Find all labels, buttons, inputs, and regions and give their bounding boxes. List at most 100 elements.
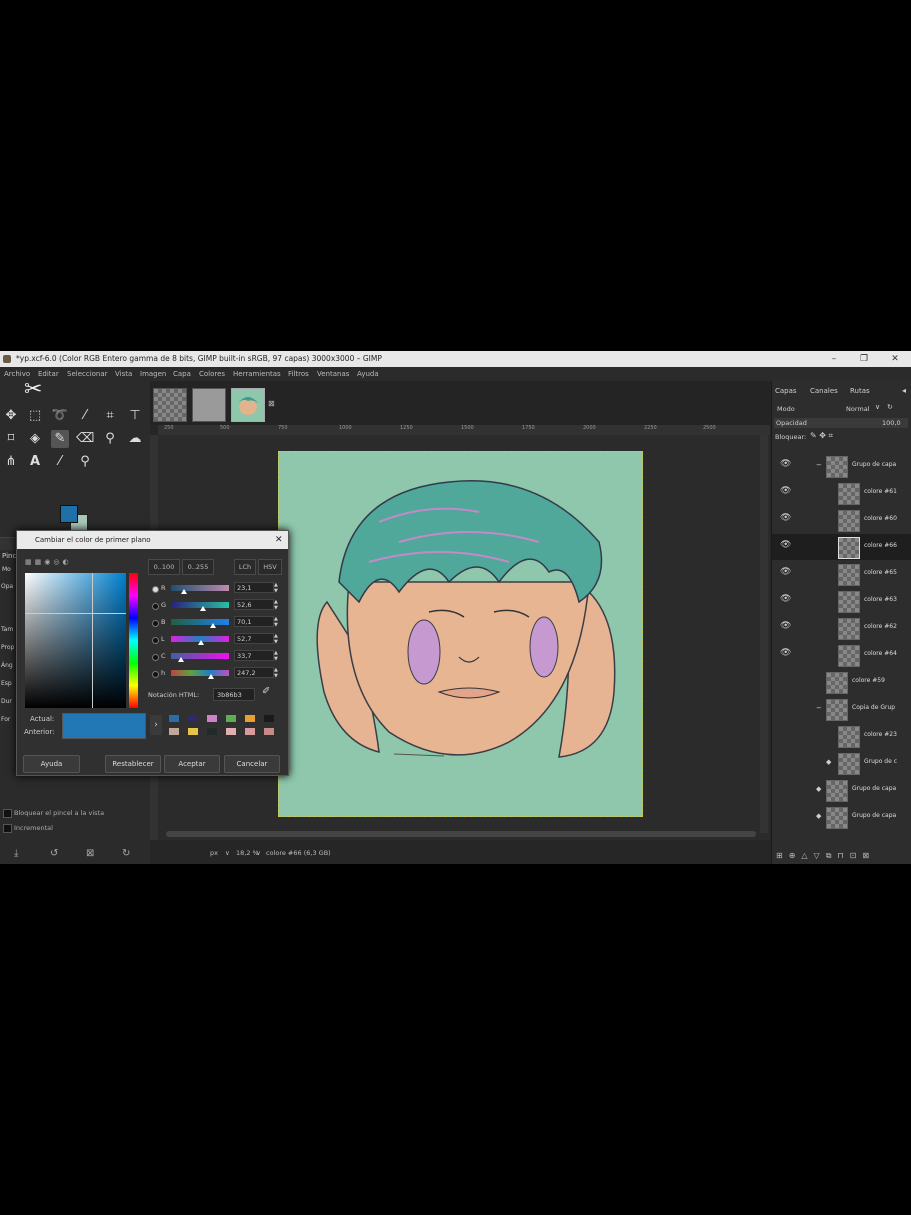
- visibility-eye-icon[interactable]: 👁: [780, 540, 791, 550]
- color-selector-tabs[interactable]: ▦▦◉◎◐: [25, 558, 72, 566]
- menu-imagen[interactable]: Imagen: [140, 367, 166, 381]
- menu-vista[interactable]: Vista: [115, 367, 132, 381]
- close-window-button[interactable]: ✕: [886, 351, 904, 367]
- tab-capas[interactable]: Capas: [775, 387, 797, 395]
- layer-row[interactable]: ◆ Grupo de capa: [772, 804, 911, 830]
- minimize-button[interactable]: –: [825, 351, 843, 367]
- layer-row[interactable]: 👁 colore #61: [772, 480, 911, 506]
- fuzzy-select-tool-icon[interactable]: ⁄: [76, 407, 94, 425]
- l-slider-row[interactable]: L 52,7 ▲ ▼: [150, 632, 282, 646]
- expand-group-icon[interactable]: ◆: [816, 812, 821, 820]
- color-picker-tool-icon[interactable]: ⁄: [51, 453, 69, 471]
- history-swatch[interactable]: [188, 715, 198, 722]
- expand-group-icon[interactable]: ◆: [816, 785, 821, 793]
- save-options-icon[interactable]: ⤓: [14, 848, 18, 859]
- crop-tool-icon[interactable]: ⌗: [101, 407, 119, 425]
- h-value-input[interactable]: 247,2: [234, 667, 274, 678]
- paintbrush-tool-icon[interactable]: ✎: [51, 430, 69, 448]
- hsv-button[interactable]: HSV: [258, 559, 282, 575]
- l-radio[interactable]: [152, 637, 159, 644]
- paths-tool-icon[interactable]: ⋔: [2, 453, 20, 471]
- move-tool-icon[interactable]: ✥: [2, 407, 20, 425]
- r-slider-knob[interactable]: [181, 589, 187, 594]
- vertical-scrollbar[interactable]: [760, 435, 768, 833]
- l-value-input[interactable]: 52,7: [234, 633, 274, 644]
- visibility-eye-icon[interactable]: 👁: [780, 621, 791, 631]
- history-swatch[interactable]: [264, 728, 274, 735]
- history-swatch[interactable]: [207, 715, 217, 722]
- lock-brush-checkbox[interactable]: [3, 809, 12, 818]
- lch-button[interactable]: LCh: [234, 559, 256, 575]
- h-slider-track[interactable]: [171, 670, 229, 676]
- history-swatch[interactable]: [245, 728, 255, 735]
- layer-row[interactable]: colore #59: [772, 669, 911, 695]
- warp-tool-icon[interactable]: ⌑: [2, 430, 20, 448]
- smudge-tool-icon[interactable]: ☁: [126, 430, 144, 448]
- g-spin-icon[interactable]: ▲ ▼: [274, 599, 278, 611]
- eyedropper-icon[interactable]: ✐: [262, 686, 270, 697]
- history-swatch[interactable]: [169, 715, 179, 722]
- visibility-eye-icon[interactable]: 👁: [780, 594, 791, 604]
- visibility-eye-icon[interactable]: 👁: [780, 513, 791, 523]
- transform-tool-icon[interactable]: ⊤: [126, 407, 144, 425]
- history-swatch[interactable]: [188, 728, 198, 735]
- menu-filtros[interactable]: Filtros: [288, 367, 309, 381]
- c-spin-icon[interactable]: ▲ ▼: [274, 650, 278, 662]
- layer-row[interactable]: 👁 colore #63: [772, 588, 911, 614]
- rect-select-tool-icon[interactable]: ⬚: [26, 407, 44, 425]
- layer-row[interactable]: ◆ Grupo de c: [772, 750, 911, 776]
- dialog-close-icon[interactable]: ✕: [275, 531, 283, 549]
- image-tab-2[interactable]: [192, 388, 226, 422]
- color-square[interactable]: [25, 573, 126, 708]
- r-slider-row[interactable]: R 23,1 ▲ ▼: [150, 581, 282, 595]
- panel-menu-icon[interactable]: ◂: [902, 386, 906, 395]
- mode-reset-icon[interactable]: ↻: [887, 403, 893, 411]
- lasso-tool-icon[interactable]: ➰: [51, 407, 69, 425]
- zoom-tool-icon[interactable]: ⚲: [76, 453, 94, 471]
- layer-row[interactable]: − Copia de Grup: [772, 696, 911, 722]
- collapse-group-icon[interactable]: −: [816, 704, 822, 712]
- html-notation-input[interactable]: 3b86b3: [213, 688, 255, 701]
- close-image-tab-icon[interactable]: ⊠: [268, 399, 275, 408]
- visibility-eye-icon[interactable]: 👁: [780, 459, 791, 469]
- visibility-eye-icon[interactable]: 👁: [780, 648, 791, 658]
- menu-capa[interactable]: Capa: [173, 367, 191, 381]
- history-swatch[interactable]: [245, 715, 255, 722]
- image-tab-1[interactable]: [153, 388, 187, 422]
- cancel-button[interactable]: Cancelar: [224, 755, 280, 773]
- history-swatch[interactable]: [226, 715, 236, 722]
- menu-colores[interactable]: Colores: [199, 367, 225, 381]
- b-slider-track[interactable]: [171, 619, 229, 625]
- r-spin-icon[interactable]: ▲ ▼: [274, 582, 278, 594]
- expand-group-icon[interactable]: ◆: [826, 758, 831, 766]
- reset-button[interactable]: Restablecer: [105, 755, 161, 773]
- g-value-input[interactable]: 52,6: [234, 599, 274, 610]
- reset-options-icon[interactable]: ↻: [122, 848, 130, 859]
- restore-options-icon[interactable]: ↺: [50, 848, 58, 859]
- layer-row[interactable]: ◆ Grupo de capa: [772, 777, 911, 803]
- c-slider-knob[interactable]: [178, 657, 184, 662]
- image-tab-3[interactable]: [231, 388, 265, 422]
- menu-ayuda[interactable]: Ayuda: [357, 367, 379, 381]
- eraser-tool-icon[interactable]: ⌫: [76, 430, 94, 448]
- history-swatch[interactable]: [169, 728, 179, 735]
- bucket-fill-tool-icon[interactable]: ◈: [26, 430, 44, 448]
- delete-options-icon[interactable]: ⊠: [86, 848, 94, 859]
- b-radio[interactable]: [152, 620, 159, 627]
- g-slider-knob[interactable]: [200, 606, 206, 611]
- c-value-input[interactable]: 33,7: [234, 650, 274, 661]
- visibility-eye-icon[interactable]: 👁: [780, 567, 791, 577]
- help-button[interactable]: Ayuda: [23, 755, 80, 773]
- b-slider-row[interactable]: B 70,1 ▲ ▼: [150, 615, 282, 629]
- tab-rutas[interactable]: Rutas: [850, 387, 870, 395]
- h-slider-knob[interactable]: [208, 674, 214, 679]
- layer-row[interactable]: 👁 colore #60: [772, 507, 911, 533]
- collapse-group-icon[interactable]: −: [816, 461, 822, 469]
- unit-select[interactable]: px: [210, 843, 218, 864]
- b-spin-icon[interactable]: ▲ ▼: [274, 616, 278, 628]
- h-slider-row[interactable]: h 247,2 ▲ ▼: [150, 666, 282, 680]
- add-to-history-arrow-icon[interactable]: ›: [150, 715, 162, 735]
- text-tool-icon[interactable]: A: [26, 453, 44, 471]
- range-0-100-button[interactable]: 0..100: [148, 559, 180, 575]
- h-spin-icon[interactable]: ▲ ▼: [274, 667, 278, 679]
